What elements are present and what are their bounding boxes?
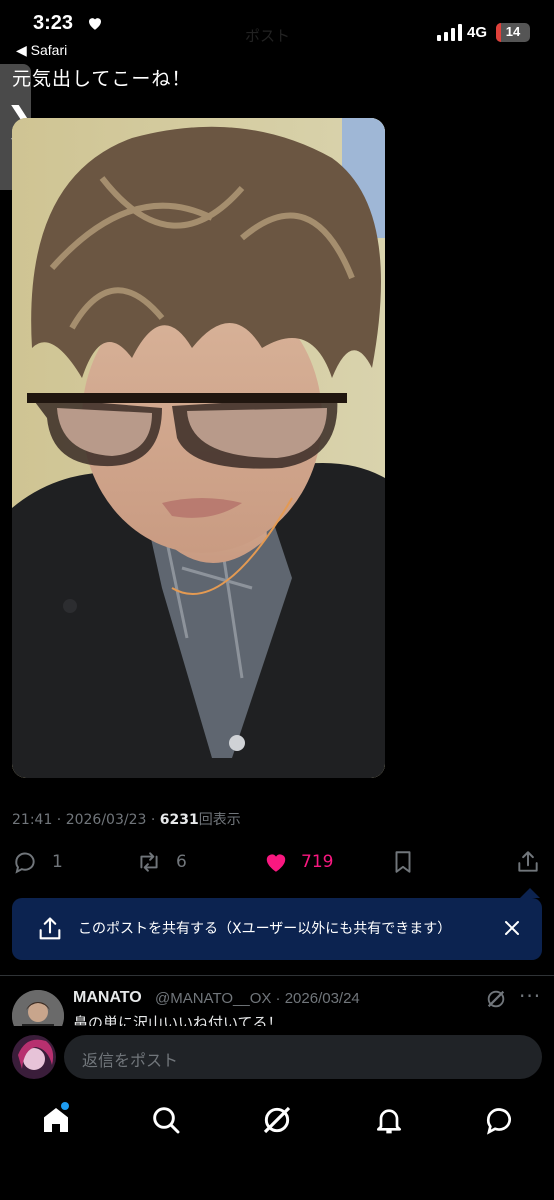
tweet-actions: 1 6 719 xyxy=(0,845,554,879)
reply-author-handle: @MANATO__OX · 2026/03/24 xyxy=(155,990,360,1007)
back-to-safari-link[interactable]: ◀ Safari xyxy=(16,42,67,59)
share-button[interactable] xyxy=(515,845,541,879)
battery-percent: 14 xyxy=(505,24,521,39)
reply-button[interactable]: 1 xyxy=(12,845,63,879)
tweet-text: 元気出してこーね！ xyxy=(12,68,192,90)
reply-text: 鼻の単に沢山いいね付いてる！ xyxy=(73,1014,283,1026)
tab-notifications[interactable] xyxy=(373,1104,405,1136)
share-banner-text: このポストを共有する（Xユーザー以外にも共有できます） xyxy=(78,921,452,937)
chat-bubble-icon xyxy=(486,1108,511,1135)
tweet-meta: 21:41 · 2026/03/23 · 6231回表示 xyxy=(12,809,241,829)
heart-filled-icon xyxy=(266,854,286,872)
share-icon xyxy=(39,917,61,940)
share-banner[interactable]: このポストを共有する（Xユーザー以外にも共有できます） xyxy=(12,888,542,960)
view-label: 回表示 xyxy=(198,812,241,828)
reply-icon xyxy=(15,852,35,874)
my-avatar xyxy=(12,1035,56,1079)
banner-pointer xyxy=(520,888,540,898)
search-icon xyxy=(153,1107,180,1134)
reply-input[interactable]: 返信をポスト xyxy=(64,1035,542,1079)
grok-icon xyxy=(263,1106,291,1134)
bookmark-icon xyxy=(395,851,411,873)
tab-grok[interactable] xyxy=(261,1104,293,1136)
like-button[interactable]: 719 xyxy=(263,845,333,879)
reply-input-placeholder: 返信をポスト xyxy=(82,1051,179,1070)
bell-icon xyxy=(377,1109,401,1134)
reply-count: 1 xyxy=(52,852,63,872)
repost-button[interactable]: 6 xyxy=(136,845,187,879)
share-icon xyxy=(518,851,538,872)
repost-icon xyxy=(140,852,158,872)
reply-composer: 返信をポスト xyxy=(0,1026,554,1088)
bottom-tab-bar xyxy=(0,1088,554,1200)
more-options-button[interactable]: ··· xyxy=(519,984,541,1008)
tweet-photo[interactable] xyxy=(12,118,385,778)
tab-messages[interactable] xyxy=(483,1104,515,1136)
avatar[interactable] xyxy=(12,990,64,1026)
cellular-signal-icon xyxy=(437,24,462,41)
repost-count: 6 xyxy=(176,852,187,872)
like-count: 719 xyxy=(301,852,334,872)
bookmark-button[interactable] xyxy=(390,845,416,879)
tab-search[interactable] xyxy=(150,1104,182,1136)
close-icon[interactable] xyxy=(500,916,524,940)
status-time: 3:23 xyxy=(33,12,74,34)
reply-item[interactable]: MANATO @MANATO__OX · 2026/03/24 ··· 鼻の単に… xyxy=(0,980,554,1026)
view-count: 6231 xyxy=(159,812,199,828)
tweet-timestamp: 21:41 · 2026/03/23 · xyxy=(12,812,160,828)
divider xyxy=(0,975,554,976)
grok-icon[interactable] xyxy=(485,988,507,1010)
battery-indicator: 14 xyxy=(496,23,530,42)
header-title: ポスト xyxy=(245,27,291,45)
reply-author-name[interactable]: MANATO xyxy=(73,989,142,1007)
status-bar: 3:23 ◀ Safari 4G 14 ポスト xyxy=(0,0,554,58)
network-type: 4G xyxy=(467,24,488,41)
heart-status-icon xyxy=(89,18,101,30)
notification-dot xyxy=(61,1102,69,1110)
selfie-image xyxy=(12,118,385,778)
